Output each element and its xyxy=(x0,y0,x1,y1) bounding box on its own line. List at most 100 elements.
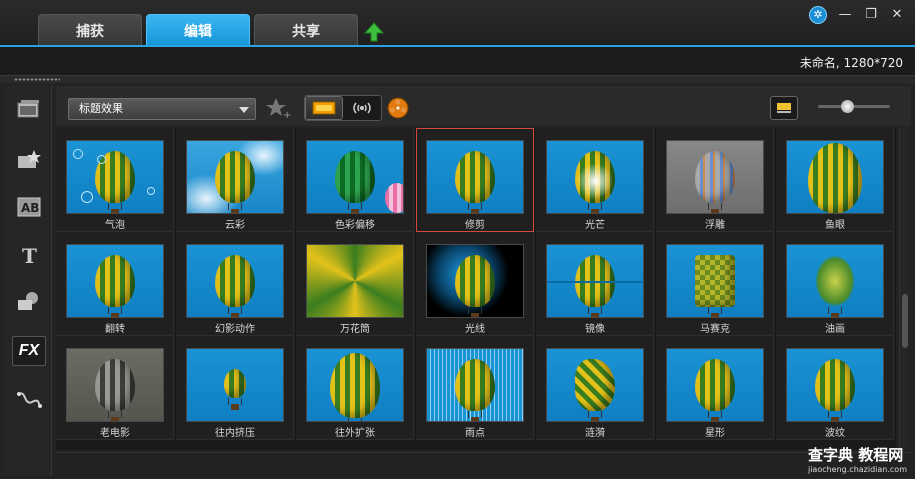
category-select[interactable]: 标题效果 xyxy=(68,98,256,120)
effect-thumbnail[interactable] xyxy=(546,244,644,318)
effect-tile[interactable]: 马赛克 xyxy=(656,232,774,336)
effect-tile[interactable]: 色彩偏移 xyxy=(296,128,414,232)
effect-tile[interactable]: 翻转 xyxy=(56,232,174,336)
balloon-rope xyxy=(828,213,842,214)
effect-thumbnail[interactable] xyxy=(786,244,884,318)
effect-tile[interactable]: 幻影动作 xyxy=(176,232,294,336)
effect-tile[interactable]: 万花筒 xyxy=(296,232,414,336)
balloon-image xyxy=(455,255,495,307)
balloon-image xyxy=(330,353,380,418)
view-mode-button[interactable] xyxy=(770,96,798,120)
window-controls: ✲ — ❐ ✕ xyxy=(809,6,905,24)
effect-thumbnail[interactable] xyxy=(186,140,284,214)
effect-tile[interactable]: 油画 xyxy=(776,232,894,336)
effect-label: 气泡 xyxy=(105,220,125,231)
effect-tile[interactable]: 波纹 xyxy=(776,336,894,440)
splitter-grip[interactable] xyxy=(14,78,60,81)
effect-label: 涟漪 xyxy=(585,428,605,439)
effect-thumbnail[interactable] xyxy=(306,244,404,318)
path-icon[interactable] xyxy=(12,384,46,414)
balloon-image xyxy=(95,359,135,411)
effect-thumbnail[interactable] xyxy=(546,140,644,214)
balloon-basket xyxy=(111,313,119,317)
balloon-image xyxy=(695,151,735,203)
effect-tile[interactable]: 涟漪 xyxy=(536,336,654,440)
top-bar: 捕获 编辑 共享 ✲ — ❐ ✕ xyxy=(0,0,915,46)
thumbnail-size-slider[interactable] xyxy=(818,100,890,113)
balloon-image xyxy=(575,359,615,411)
restore-button[interactable]: ❐ xyxy=(863,7,879,23)
effect-thumbnail[interactable] xyxy=(666,348,764,422)
effect-thumbnail[interactable] xyxy=(186,244,284,318)
balloon-basket xyxy=(471,209,479,213)
effect-thumbnail[interactable] xyxy=(66,244,164,318)
film-reel-icon[interactable] xyxy=(386,96,410,120)
effect-tile[interactable]: 气泡 xyxy=(56,128,174,232)
effect-thumbnail[interactable] xyxy=(306,348,404,422)
effect-tile[interactable]: 星形 xyxy=(656,336,774,440)
effect-thumbnail[interactable] xyxy=(786,140,884,214)
media-icon[interactable] xyxy=(12,94,46,124)
effect-thumbnail[interactable] xyxy=(426,140,524,214)
effect-thumbnail[interactable] xyxy=(666,244,764,318)
effect-tile[interactable]: 往外扩张 xyxy=(296,336,414,440)
title-icon[interactable]: T xyxy=(12,240,46,270)
minimize-button[interactable]: — xyxy=(837,7,853,23)
effect-label: 鱼眼 xyxy=(825,220,845,231)
slider-knob[interactable] xyxy=(840,100,854,113)
show-audio-filter-button[interactable] xyxy=(343,96,381,120)
transition-icon[interactable]: AB xyxy=(12,192,46,222)
effect-thumbnail[interactable] xyxy=(66,348,164,422)
effect-thumbnail[interactable] xyxy=(426,244,524,318)
effect-tile[interactable]: 光线 xyxy=(416,232,534,336)
effect-thumbnail[interactable] xyxy=(306,140,404,214)
effect-tile[interactable]: 镜像 xyxy=(536,232,654,336)
balloon-image xyxy=(695,255,735,307)
effect-label: 光芒 xyxy=(585,220,605,231)
svg-text:T: T xyxy=(22,244,37,266)
panel-splitter[interactable] xyxy=(0,75,915,83)
watermark-url: jiaocheng.chazidian.com xyxy=(807,465,907,474)
scrollbar-thumb[interactable] xyxy=(902,294,908,348)
balloon-image xyxy=(455,151,495,203)
upload-arrow-icon[interactable] xyxy=(364,22,384,42)
balloon-basket xyxy=(231,403,239,410)
graphic-icon[interactable] xyxy=(12,286,46,316)
effect-label: 星形 xyxy=(705,428,725,439)
effect-tile[interactable]: 老电影 xyxy=(56,336,174,440)
instant-project-icon[interactable] xyxy=(12,144,46,174)
svg-text:AB: AB xyxy=(21,201,39,215)
balloon-image xyxy=(95,255,135,307)
show-video-filter-button[interactable] xyxy=(305,96,343,120)
grid-scrollbar[interactable] xyxy=(899,128,909,450)
effect-thumbnail[interactable] xyxy=(546,348,644,422)
close-button[interactable]: ✕ xyxy=(889,7,905,23)
effect-thumbnail[interactable] xyxy=(426,348,524,422)
effect-thumbnail[interactable] xyxy=(786,348,884,422)
effect-thumbnail[interactable] xyxy=(666,140,764,214)
effect-thumbnail[interactable] xyxy=(66,140,164,214)
effect-tile[interactable]: 雨点 xyxy=(416,336,534,440)
tab-capture[interactable]: 捕获 xyxy=(38,14,142,46)
library-toolbar: 标题效果 + xyxy=(56,86,911,126)
tab-edit[interactable]: 编辑 xyxy=(146,14,250,46)
effect-tile[interactable]: 光芒 xyxy=(536,128,654,232)
balloon-basket xyxy=(711,209,719,213)
status-bar: 查字典 教程网 jiaocheng.chazidian.com xyxy=(56,446,911,476)
effect-tile[interactable]: 修剪 xyxy=(416,128,534,232)
effect-label: 万花筒 xyxy=(340,324,370,335)
effect-thumbnail[interactable] xyxy=(186,348,284,422)
balloon-basket xyxy=(231,209,239,213)
effect-tile[interactable]: 往内挤压 xyxy=(176,336,294,440)
balloon-basket xyxy=(111,209,119,213)
fx-icon[interactable]: FX xyxy=(12,336,46,366)
balloon-image xyxy=(455,359,495,411)
effect-tile[interactable]: 浮雕 xyxy=(656,128,774,232)
balloon-image xyxy=(815,255,855,307)
tab-share[interactable]: 共享 xyxy=(254,14,358,46)
effect-label: 老电影 xyxy=(100,428,130,439)
effect-tile[interactable]: 鱼眼 xyxy=(776,128,894,232)
add-favorite-star-icon[interactable]: + xyxy=(266,96,292,120)
gear-icon[interactable]: ✲ xyxy=(809,6,827,24)
effect-tile[interactable]: 云彩 xyxy=(176,128,294,232)
